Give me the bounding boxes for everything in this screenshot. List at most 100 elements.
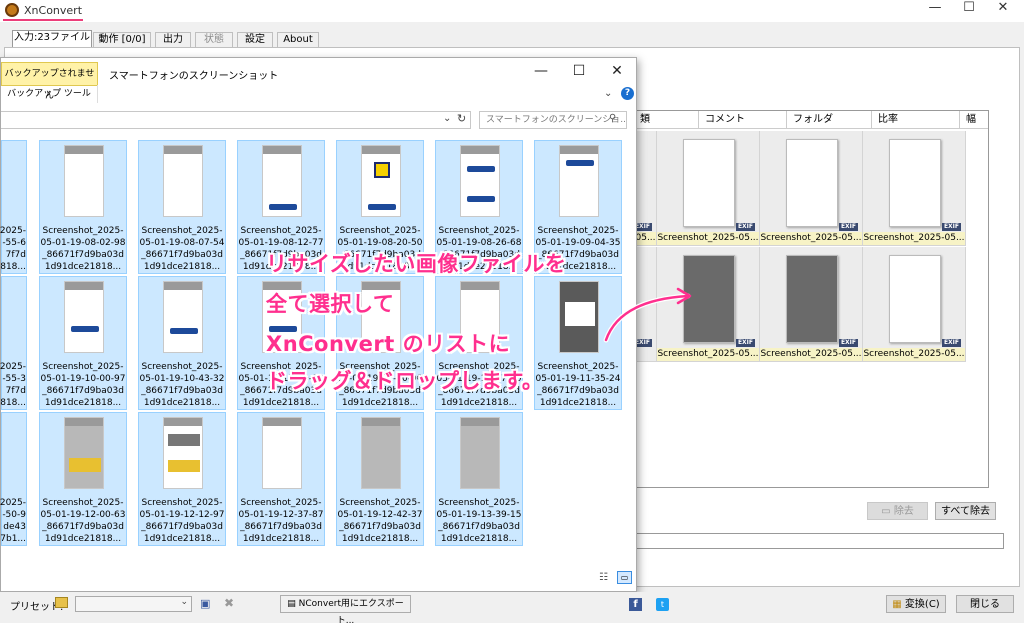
facebook-icon[interactable]: f bbox=[629, 598, 642, 611]
refresh-icon[interactable]: ↻ bbox=[457, 112, 466, 125]
explorer-minimize-button[interactable]: — bbox=[521, 60, 561, 82]
column-header-ratio[interactable]: 比率 bbox=[872, 111, 960, 129]
tab-actions[interactable]: 動作 [0/0] bbox=[93, 32, 151, 48]
file-name: Screenshot_2025-05-01-19-10-43-32_86671f… bbox=[139, 362, 225, 408]
details-view-icon[interactable]: ☷ bbox=[599, 572, 608, 583]
file-thumbnail bbox=[163, 145, 203, 217]
list-thumbnail[interactable]: EXIFScreenshot_2025-05... bbox=[760, 247, 863, 362]
exif-badge: EXIF bbox=[838, 223, 858, 231]
convert-button[interactable]: ▦ 変換(C) bbox=[886, 595, 946, 613]
chevron-down-icon[interactable]: ⌄ bbox=[443, 113, 451, 124]
exif-badge: EXIF bbox=[941, 339, 961, 347]
file-item[interactable]: Screenshot_2025-05-01-19-08-02-98_86671f… bbox=[39, 140, 127, 274]
file-item[interactable]: Screenshot_2025-05-01-19-08-07-54_86671f… bbox=[138, 140, 226, 274]
column-header-type[interactable]: 類 bbox=[634, 111, 699, 129]
export-label: NConvert用にエクスポート... bbox=[298, 599, 404, 623]
exif-badge: EXIF bbox=[941, 223, 961, 231]
maximize-button[interactable]: ☐ bbox=[952, 0, 986, 18]
file-name: Screenshot_2025-05-01-19-12-37-87_86671f… bbox=[238, 498, 324, 544]
file-thumbnail bbox=[460, 417, 500, 489]
file-name: 2025- -50-9 de43 7b1... bbox=[0, 498, 26, 544]
tab-settings[interactable]: 設定 bbox=[237, 32, 273, 48]
thumbnail-filename: Screenshot_2025-05... bbox=[760, 232, 862, 245]
file-name: Screenshot_2025-05-01-19-13-39-15_86671f… bbox=[436, 498, 522, 544]
exif-badge: EXIF bbox=[735, 339, 755, 347]
file-item[interactable]: Screenshot_2025-05-01-19-10-43-32_86671f… bbox=[138, 276, 226, 410]
file-thumbnail bbox=[361, 417, 401, 489]
thumbnail-filename: Screenshot_2025-05... bbox=[863, 232, 965, 245]
address-bar[interactable]: ⌄ ↻ bbox=[1, 111, 471, 129]
ribbon-expand-chevron-icon[interactable]: ⌄ bbox=[604, 88, 612, 99]
tab-about[interactable]: About bbox=[277, 32, 319, 48]
file-item[interactable]: Screenshot_2025-05-01-19-12-37-87_86671f… bbox=[237, 412, 325, 546]
explorer-title: スマートフォンのスクリーンショット bbox=[109, 71, 279, 82]
list-thumbnail[interactable]: EXIFScreenshot_2025-05... bbox=[863, 247, 966, 362]
xnconvert-logo-icon bbox=[5, 3, 19, 17]
remove-button: ▭ 除去 bbox=[867, 502, 928, 520]
explorer-window[interactable]: バックアップされません バックアップ ツール スマートフォンのスクリーンショット… bbox=[0, 57, 637, 592]
delete-preset-icon[interactable]: ✖ bbox=[224, 596, 234, 610]
file-name: Screenshot_2025-05-01-19-12-00-63_86671f… bbox=[40, 498, 126, 544]
screenshot-thumbnail bbox=[683, 139, 735, 227]
file-thumbnail bbox=[64, 417, 104, 489]
file-item[interactable]: Screenshot_2025-05-01-19-10-00-97_86671f… bbox=[39, 276, 127, 410]
file-thumbnail bbox=[163, 281, 203, 353]
close-button[interactable]: ✕ bbox=[986, 0, 1020, 18]
list-thumbnail[interactable]: EXIFScreenshot_2025-05... bbox=[657, 131, 760, 246]
file-name: Screenshot_2025-05-01-19-12-42-37_86671f… bbox=[337, 498, 423, 544]
minimize-button[interactable]: — bbox=[918, 0, 952, 18]
annotation-line-2: 全て選択して bbox=[266, 292, 395, 316]
backup-tool-button[interactable]: バックアップ ツール bbox=[1, 85, 98, 103]
twitter-icon[interactable]: t bbox=[656, 598, 669, 611]
export-icon: ▤ bbox=[287, 599, 296, 609]
file-thumbnail bbox=[559, 145, 599, 217]
exif-badge: EXIF bbox=[838, 339, 858, 347]
title-bar: XnConvert — ☐ ✕ bbox=[0, 0, 1024, 22]
thumbnail-filename: Screenshot_2025-05... bbox=[760, 348, 862, 361]
file-thumbnail bbox=[262, 145, 302, 217]
screenshot-thumbnail bbox=[786, 255, 838, 343]
file-thumbnail bbox=[64, 145, 104, 217]
open-folder-icon[interactable] bbox=[55, 597, 68, 608]
annotation-line-1: リサイズしたい画像ファイルを bbox=[266, 252, 567, 276]
list-thumbnail[interactable]: EXIFScreenshot_2025-05... bbox=[863, 131, 966, 246]
file-name: 2025- -55-6 7f7d 1818... bbox=[0, 226, 26, 272]
file-item[interactable]: 2025- -50-9 de43 7b1... bbox=[0, 412, 27, 546]
file-thumbnail bbox=[361, 145, 401, 217]
list-thumbnail[interactable]: EXIFScreenshot_2025-05... bbox=[760, 131, 863, 246]
file-item[interactable]: 2025- -55-6 7f7d 1818... bbox=[0, 140, 27, 274]
file-item[interactable]: Screenshot_2025-05-01-19-12-00-63_86671f… bbox=[39, 412, 127, 546]
column-header-folder[interactable]: フォルダ bbox=[787, 111, 872, 129]
file-item[interactable]: Screenshot_2025-05-01-19-13-39-15_86671f… bbox=[435, 412, 523, 546]
column-header-comment[interactable]: コメント bbox=[699, 111, 787, 129]
export-nconvert-button[interactable]: ▤ NConvert用にエクスポート... bbox=[280, 595, 411, 623]
file-item[interactable]: Screenshot_2025-05-01-19-12-42-37_86671f… bbox=[336, 412, 424, 546]
save-preset-icon[interactable]: ▣ bbox=[200, 597, 210, 610]
screenshot-thumbnail bbox=[889, 255, 941, 343]
column-header-width[interactable]: 幅 bbox=[960, 111, 988, 129]
explorer-close-button[interactable]: ✕ bbox=[597, 60, 637, 82]
bottom-bar: プリセット: ⌄ ▣ ✖ ▤ NConvert用にエクスポート... ▦ 変換(… bbox=[0, 592, 1024, 623]
close-app-button[interactable]: 閉じる bbox=[956, 595, 1014, 613]
preset-select[interactable]: ⌄ bbox=[75, 596, 192, 612]
file-info-field bbox=[634, 533, 1004, 549]
tab-output[interactable]: 出力 bbox=[155, 32, 191, 48]
remove-all-button[interactable]: すべて除去 bbox=[935, 502, 996, 520]
thumbnail-filename: Screenshot_2025-05... bbox=[863, 348, 965, 361]
file-name: Screenshot_2025-05-01-19-08-07-54_86671f… bbox=[139, 226, 225, 272]
file-thumbnail bbox=[460, 145, 500, 217]
exif-badge: EXIF bbox=[735, 223, 755, 231]
file-item[interactable]: 2025- -55-3 7f7d 1818... bbox=[0, 276, 27, 410]
help-icon[interactable]: ? bbox=[621, 87, 634, 100]
explorer-maximize-button[interactable]: ☐ bbox=[559, 60, 599, 82]
file-thumbnail bbox=[262, 417, 302, 489]
remove-label: 除去 bbox=[893, 506, 914, 517]
tab-input[interactable]: 入力:23ファイル bbox=[12, 30, 92, 48]
file-name: Screenshot_2025-05-01-19-08-02-98_86671f… bbox=[40, 226, 126, 272]
search-input[interactable]: スマートフォンのスクリーンショ... bbox=[479, 111, 627, 129]
file-item[interactable]: Screenshot_2025-05-01-19-12-12-97_86671f… bbox=[138, 412, 226, 546]
large-icons-view-icon[interactable]: ▭ bbox=[617, 571, 632, 584]
annotation-arrow-icon bbox=[603, 287, 692, 343]
search-icon: ⚲ bbox=[609, 113, 617, 124]
app-title: XnConvert bbox=[24, 4, 83, 17]
